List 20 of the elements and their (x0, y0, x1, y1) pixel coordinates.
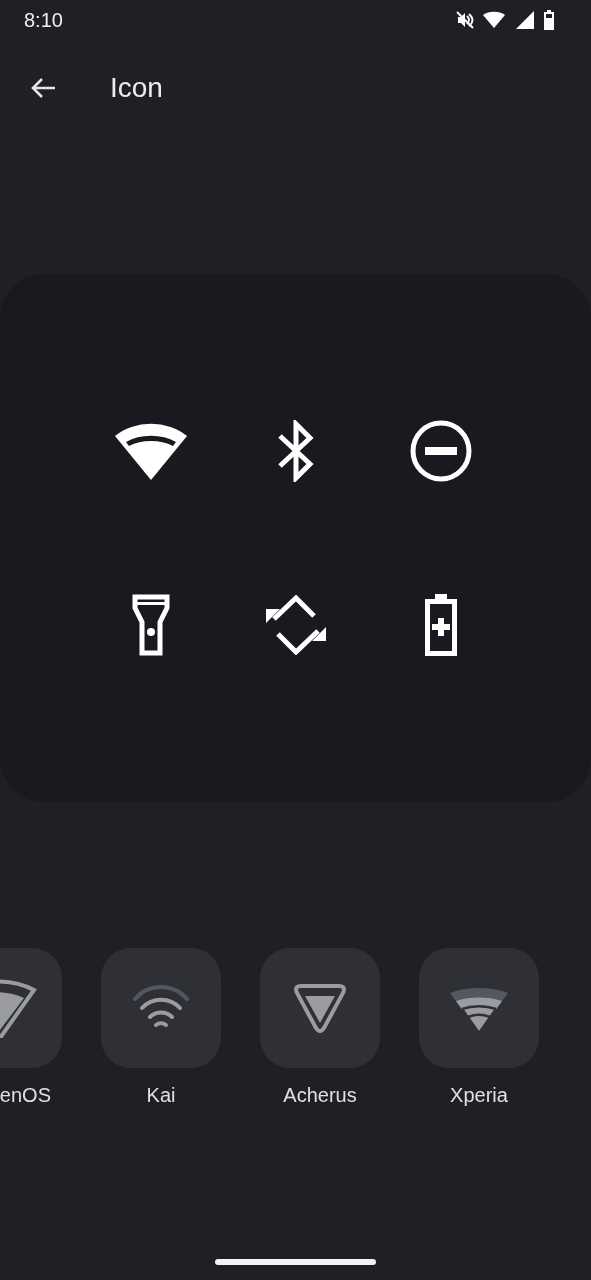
minus-circle-icon (409, 420, 472, 482)
clock: 8:10 (24, 8, 63, 32)
icon-style-label: Acherus (283, 1084, 357, 1107)
icon-style-label: enOS (0, 1084, 51, 1107)
flashlight-icon (131, 594, 170, 656)
wifi-icon (483, 10, 507, 30)
icon-style-tile[interactable] (0, 948, 62, 1068)
icon-style-tile[interactable] (101, 948, 221, 1068)
icon-style-tile[interactable] (419, 948, 539, 1068)
page-title: Icon (110, 72, 163, 104)
signal-icon (515, 10, 535, 30)
rotate-icon (265, 595, 326, 655)
triangle-icon (293, 983, 347, 1033)
icon-style-label: Kai (146, 1084, 176, 1107)
battery-icon (543, 10, 555, 30)
icon-style-label: Xperia (450, 1084, 508, 1107)
icon-style-tile[interactable] (260, 948, 380, 1068)
mute-icon (455, 10, 475, 30)
wifi-icon (0, 978, 40, 1038)
wifi-icon (114, 422, 187, 480)
